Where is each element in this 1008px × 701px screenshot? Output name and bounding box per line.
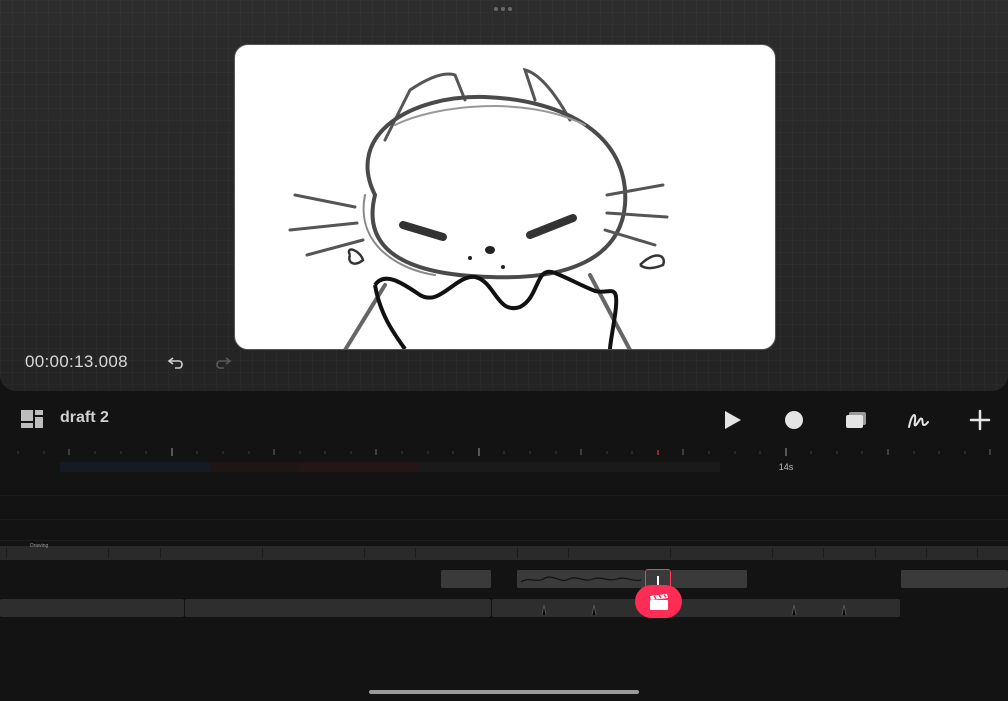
marker-strip bbox=[300, 462, 420, 472]
add-icon[interactable] bbox=[967, 407, 993, 433]
video-clip[interactable] bbox=[185, 599, 491, 617]
drawing-clip[interactable] bbox=[441, 570, 491, 588]
clip-label: Drawing bbox=[30, 543, 49, 549]
play-icon[interactable] bbox=[719, 407, 745, 433]
project-title[interactable]: draft 2 bbox=[60, 409, 109, 427]
marker-strip bbox=[60, 462, 210, 472]
panel-grabber[interactable] bbox=[494, 7, 512, 11]
undo-icon[interactable] bbox=[167, 352, 187, 372]
video-clip[interactable] bbox=[0, 599, 184, 617]
drawing-clip[interactable] bbox=[901, 570, 1008, 588]
timeline-toolbar: draft 2 bbox=[0, 398, 1008, 442]
marker-strip bbox=[210, 462, 300, 472]
record-icon[interactable] bbox=[781, 407, 807, 433]
cat-sketch bbox=[288, 67, 669, 349]
preview-panel: 00:00:13.008 bbox=[0, 0, 1008, 391]
clapperboard-icon bbox=[649, 593, 668, 610]
clip-thumbnail bbox=[541, 604, 847, 616]
track-divider bbox=[0, 495, 1008, 496]
track-divider bbox=[0, 519, 1008, 520]
current-timecode: 00:00:13.008 bbox=[25, 352, 128, 371]
add-scene-button[interactable] bbox=[635, 585, 682, 618]
timeline-layout-icon[interactable] bbox=[20, 409, 44, 429]
video-clip[interactable] bbox=[492, 599, 900, 617]
drawing-clip[interactable] bbox=[671, 570, 747, 588]
drawing-canvas[interactable] bbox=[234, 44, 776, 350]
marker-strip bbox=[420, 462, 720, 472]
redo-icon[interactable] bbox=[212, 352, 232, 372]
layers-icon[interactable] bbox=[843, 407, 869, 433]
clip-thumbnail bbox=[520, 576, 642, 583]
drawing-clip[interactable] bbox=[517, 570, 645, 588]
home-indicator[interactable] bbox=[369, 690, 639, 694]
ruler-ticks bbox=[17, 448, 991, 456]
track-row-1[interactable]: Drawing bbox=[0, 543, 1008, 560]
draw-icon[interactable] bbox=[905, 407, 931, 433]
ruler-label-14s: 14s bbox=[778, 462, 794, 472]
track-divider bbox=[0, 540, 1008, 541]
